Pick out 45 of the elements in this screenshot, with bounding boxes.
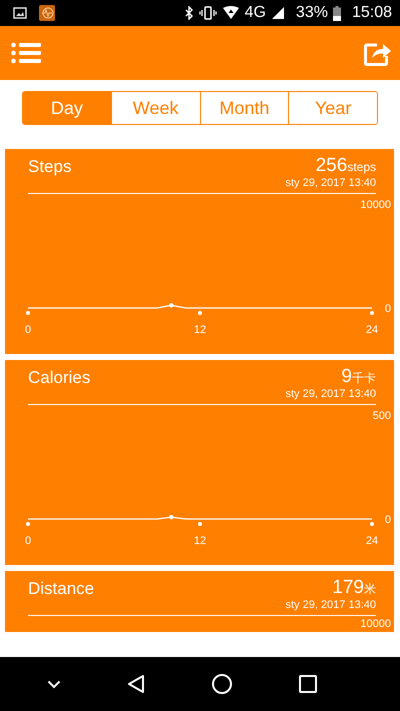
axis-label: 12 (194, 324, 206, 336)
tick-dot (198, 522, 202, 526)
timestamp: sty 29, 2017 13:40 (285, 177, 376, 191)
data-point (169, 303, 174, 308)
tick-dot (370, 311, 374, 315)
image-icon (13, 7, 27, 19)
timestamp: sty 29, 2017 13:40 (285, 388, 376, 402)
period-tab[interactable]: Day (23, 92, 111, 124)
axis-label: 24 (366, 535, 378, 547)
axis-label: 24 (366, 324, 378, 336)
axis-label: 12 (194, 535, 206, 547)
recents-icon[interactable] (299, 675, 317, 693)
battery-icon (332, 6, 341, 20)
data-point (169, 514, 174, 520)
card-title: Steps (28, 157, 72, 177)
signal-icon (270, 6, 285, 20)
back-icon[interactable] (127, 674, 145, 694)
chevron-down-icon[interactable] (47, 680, 61, 688)
stat-value: 179米 (332, 577, 376, 599)
tick-dot (26, 522, 30, 526)
card-title: Distance (28, 579, 94, 599)
timestamp: sty 29, 2017 13:40 (285, 599, 376, 613)
period-tab[interactable]: Year (288, 92, 377, 124)
tick-dot (26, 311, 30, 315)
axis-label: 10000 (360, 199, 391, 211)
axis-label: 500 (372, 410, 391, 422)
vibrate-icon (198, 6, 217, 20)
tick-dot (198, 311, 202, 315)
battery-percent: 33% (296, 4, 328, 22)
stat-value: 256steps (316, 155, 376, 177)
clock: 15:08 (352, 4, 392, 22)
wifi-icon (222, 6, 240, 20)
axis-label: 0 (384, 514, 391, 526)
tick-dot (370, 522, 374, 526)
axis-label: 10000 (360, 618, 391, 630)
network-type: 4G (244, 4, 266, 22)
stat-value: 9千卡 (341, 366, 376, 388)
bluetooth-icon (184, 6, 194, 20)
home-icon[interactable] (211, 673, 233, 695)
menu-icon[interactable] (11, 42, 41, 64)
app-icon (39, 5, 55, 21)
card-title: Calories (28, 368, 90, 388)
axis-label: 0 (24, 535, 32, 547)
axis-label: 0 (384, 303, 391, 315)
axis-label: 0 (24, 324, 32, 336)
